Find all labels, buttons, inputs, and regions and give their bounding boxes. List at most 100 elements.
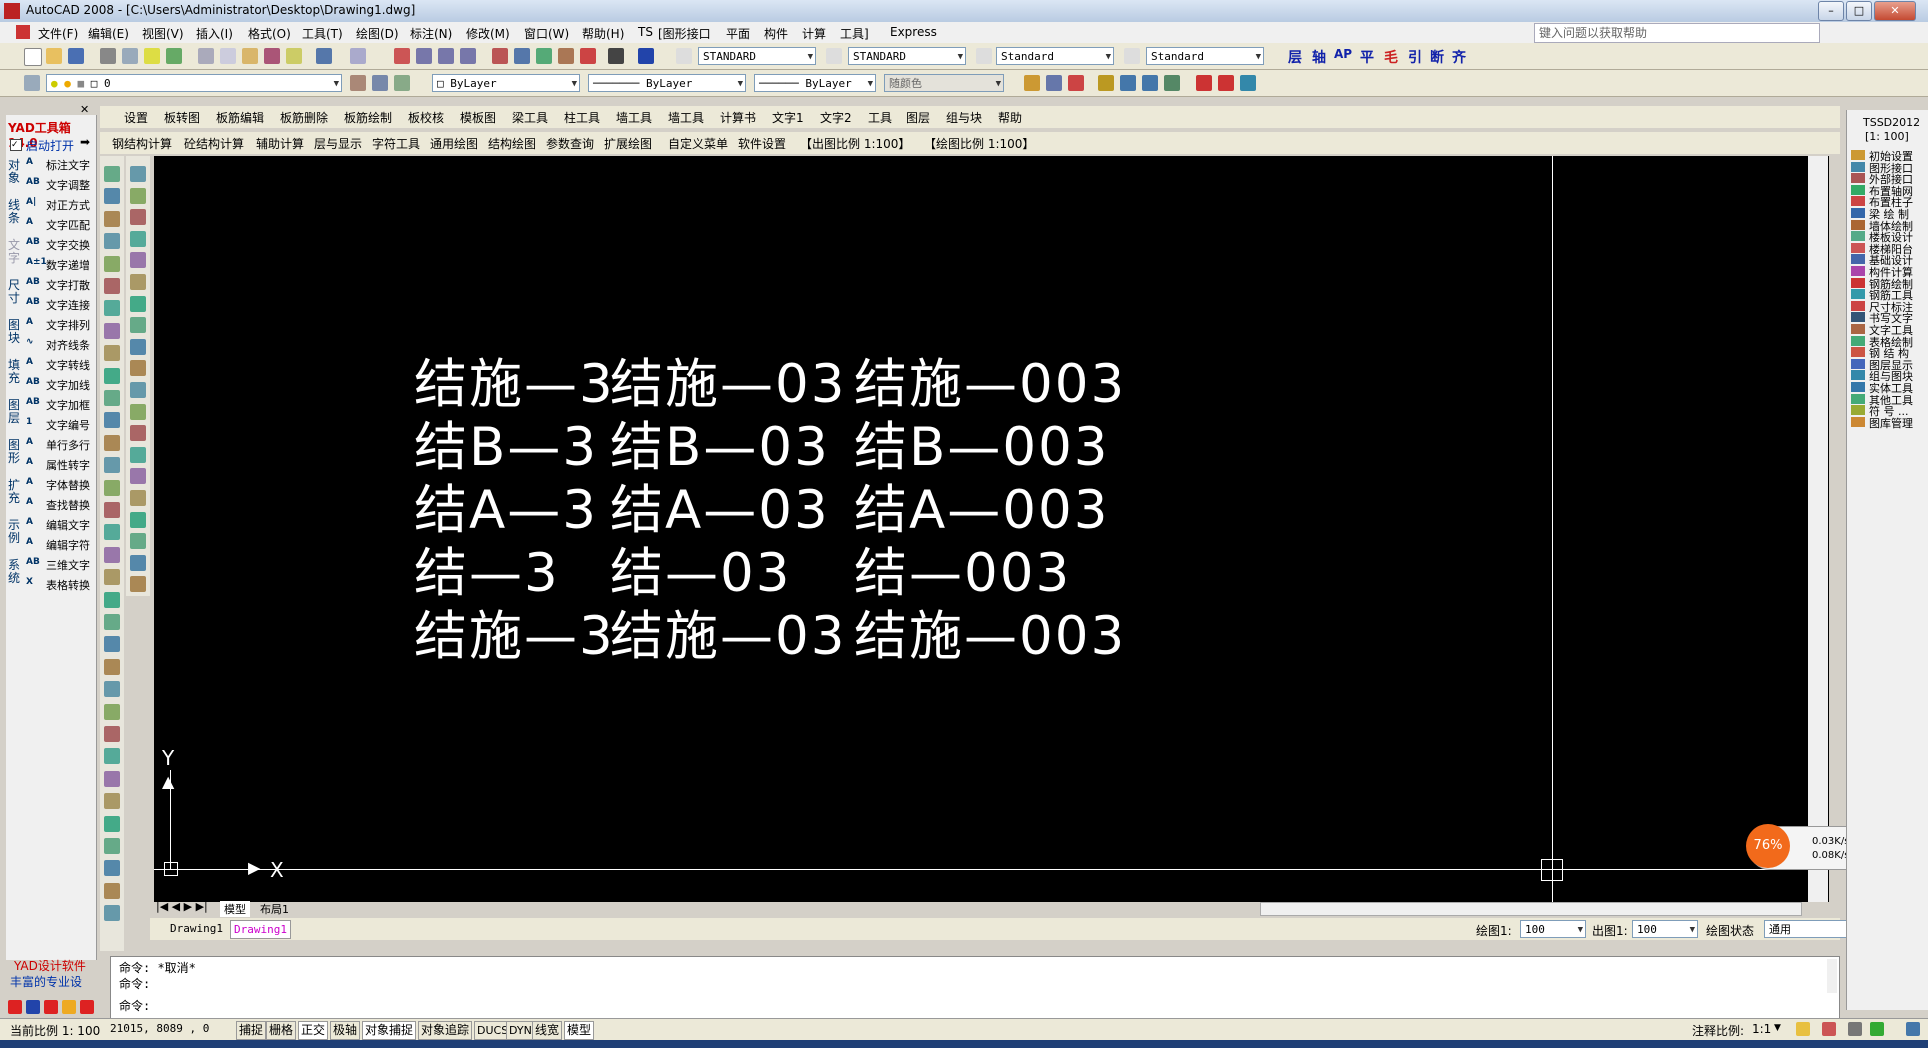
network-percent-badge[interactable]: 76% (1746, 824, 1790, 868)
yad-tool-item[interactable]: A 单行多行 (24, 436, 96, 454)
properties-icon[interactable] (492, 48, 508, 64)
tab-dimension[interactable]: 尺寸 (8, 279, 22, 305)
tool-i-icon[interactable] (1218, 75, 1234, 91)
status-icon-4[interactable] (1870, 1022, 1884, 1036)
yad-tool-item[interactable]: 1 文字编号 (24, 416, 96, 434)
modify-tool-icon[interactable] (130, 187, 146, 204)
r2-ext-draw[interactable]: 扩展绘图 (604, 135, 652, 152)
tool-h-icon[interactable] (1196, 75, 1212, 91)
modify-tool-icon[interactable] (130, 209, 146, 226)
scroll-rail[interactable] (1808, 156, 1828, 902)
yad-tool-item[interactable]: ∿ 对齐线条 (24, 336, 96, 354)
yad-tool-item[interactable]: A 文字转线 (24, 356, 96, 374)
draw-tool-icon[interactable] (104, 703, 120, 720)
tool-d-icon[interactable] (1098, 75, 1114, 91)
draw-tool-icon[interactable] (104, 614, 120, 630)
plotstyle-select[interactable]: 随颜色 ▼ (884, 74, 1004, 92)
r1-slab-rebar-draw[interactable]: 板筋绘制 (344, 109, 392, 126)
tab-extend[interactable]: 扩充 (8, 479, 22, 505)
draw-tool-icon[interactable] (104, 278, 120, 294)
tool-b-icon[interactable] (1046, 75, 1062, 91)
r1-help[interactable]: 帮助 (998, 109, 1022, 126)
draw-tool-icon[interactable] (104, 748, 120, 765)
tool-break[interactable]: 断 (1430, 47, 1444, 67)
tool-axis[interactable]: 轴 (1312, 47, 1326, 67)
draw-tool-icon[interactable] (104, 300, 120, 317)
modify-tool-icon[interactable] (130, 166, 146, 182)
anno-scale-arrow-icon[interactable]: ▼ (1774, 1023, 1781, 1033)
yad-icon-5[interactable] (80, 1000, 94, 1014)
menu-tools2[interactable]: 工具] (840, 25, 869, 42)
modify-tool-icon[interactable] (130, 425, 146, 442)
doc-tab-2[interactable]: Drawing1 (230, 920, 291, 939)
draw-tool-icon[interactable] (104, 905, 120, 922)
markup-icon[interactable] (580, 48, 596, 64)
r1-settings[interactable]: 设置 (124, 109, 148, 126)
r1-group-block[interactable]: 组与块 (946, 109, 982, 126)
snap-toggle[interactable]: 捕捉 (236, 1021, 267, 1040)
yad-tool-item[interactable]: AB 文字打散 (24, 276, 96, 294)
preview-icon[interactable] (122, 48, 138, 64)
modify-tool-icon[interactable] (130, 295, 146, 312)
r1-calc-book[interactable]: 计算书 (720, 109, 756, 126)
r2-general-draw[interactable]: 通用绘图 (430, 135, 478, 152)
yad-tool-item[interactable]: A 文字排列 (24, 316, 96, 334)
close-button[interactable]: ✕ (1874, 1, 1916, 21)
draw-tool-icon[interactable] (104, 233, 120, 250)
startup-checkbox[interactable]: ✓ (10, 139, 22, 151)
otrack-toggle[interactable]: 对象追踪 (418, 1021, 473, 1040)
tab-system[interactable]: 系统 (8, 559, 22, 585)
draw-tool-icon[interactable] (104, 412, 120, 429)
r2-concrete-calc[interactable]: 砼结构计算 (184, 135, 244, 152)
grid-toggle[interactable]: 栅格 (266, 1021, 297, 1040)
ortho-toggle[interactable]: 正交 (298, 1021, 329, 1040)
designcenter-icon[interactable] (514, 48, 530, 64)
tab-example[interactable]: 示例 (8, 519, 22, 545)
draw-tool-icon[interactable] (104, 591, 120, 608)
yad-panel-close-icon[interactable]: ✕ (80, 103, 89, 116)
r1-wall-tools-a[interactable]: 墙工具 (616, 109, 652, 126)
model-toggle[interactable]: 模型 (564, 1021, 595, 1040)
yad-icon-3[interactable] (44, 1000, 58, 1014)
r1-text2[interactable]: 文字2 (820, 109, 852, 126)
draw-tool-icon[interactable] (104, 166, 120, 182)
yad-tool-item[interactable]: AB 文字加框 (24, 396, 96, 414)
help-icon[interactable] (638, 48, 654, 64)
draw-tool-icon[interactable] (104, 726, 120, 742)
clean-screen-icon[interactable] (1906, 1022, 1920, 1036)
modify-tool-icon[interactable] (130, 533, 146, 550)
r1-slab-check[interactable]: 板校核 (408, 109, 444, 126)
maximize-button[interactable]: □ (1846, 1, 1872, 21)
yad-tool-item[interactable]: A 编辑字符 (24, 536, 96, 554)
yad-icon-2[interactable] (26, 1000, 40, 1014)
make-current-icon[interactable] (372, 75, 388, 91)
tab-hatch[interactable]: 填充 (8, 359, 22, 385)
draw-tool-icon[interactable] (104, 479, 120, 496)
command-prompt[interactable]: 命令: (119, 997, 150, 1014)
menu-format[interactable]: 格式(O) (248, 25, 291, 42)
arrow-right-icon[interactable]: ➡ (80, 135, 90, 149)
hscroll[interactable] (1260, 902, 1802, 916)
draw-tool-icon[interactable] (104, 524, 120, 541)
draw-tool-icon[interactable] (104, 681, 120, 698)
yad-tool-item[interactable]: A 字体替换 (24, 476, 96, 494)
command-window[interactable]: 命令: *取消* 命令: 命令: (110, 956, 1840, 1020)
menu-draw[interactable]: 绘图(D) (356, 25, 399, 42)
3d-publish-icon[interactable] (166, 48, 182, 64)
tool-ap[interactable]: AP (1334, 47, 1352, 61)
r2-struct-draw[interactable]: 结构绘图 (488, 135, 536, 152)
menu-component[interactable]: 构件 (764, 25, 788, 42)
tab-block[interactable]: 图块 (8, 319, 22, 345)
sheetset-icon[interactable] (558, 48, 574, 64)
menu-window[interactable]: 窗口(W) (524, 25, 569, 42)
r2-char-tools[interactable]: 字符工具 (372, 135, 420, 152)
matchprop-icon[interactable] (264, 48, 280, 64)
tool-layer[interactable]: 层 (1288, 47, 1302, 67)
modify-tool-icon[interactable] (130, 338, 146, 355)
menu-graphic-interface[interactable]: [图形接口 (658, 25, 711, 42)
calculator-icon[interactable] (608, 48, 624, 64)
tool-align[interactable]: 齐 (1452, 47, 1466, 67)
draw-tool-icon[interactable] (104, 434, 120, 451)
tool-g-icon[interactable] (1164, 75, 1180, 91)
draw-tool-icon[interactable] (104, 502, 120, 518)
